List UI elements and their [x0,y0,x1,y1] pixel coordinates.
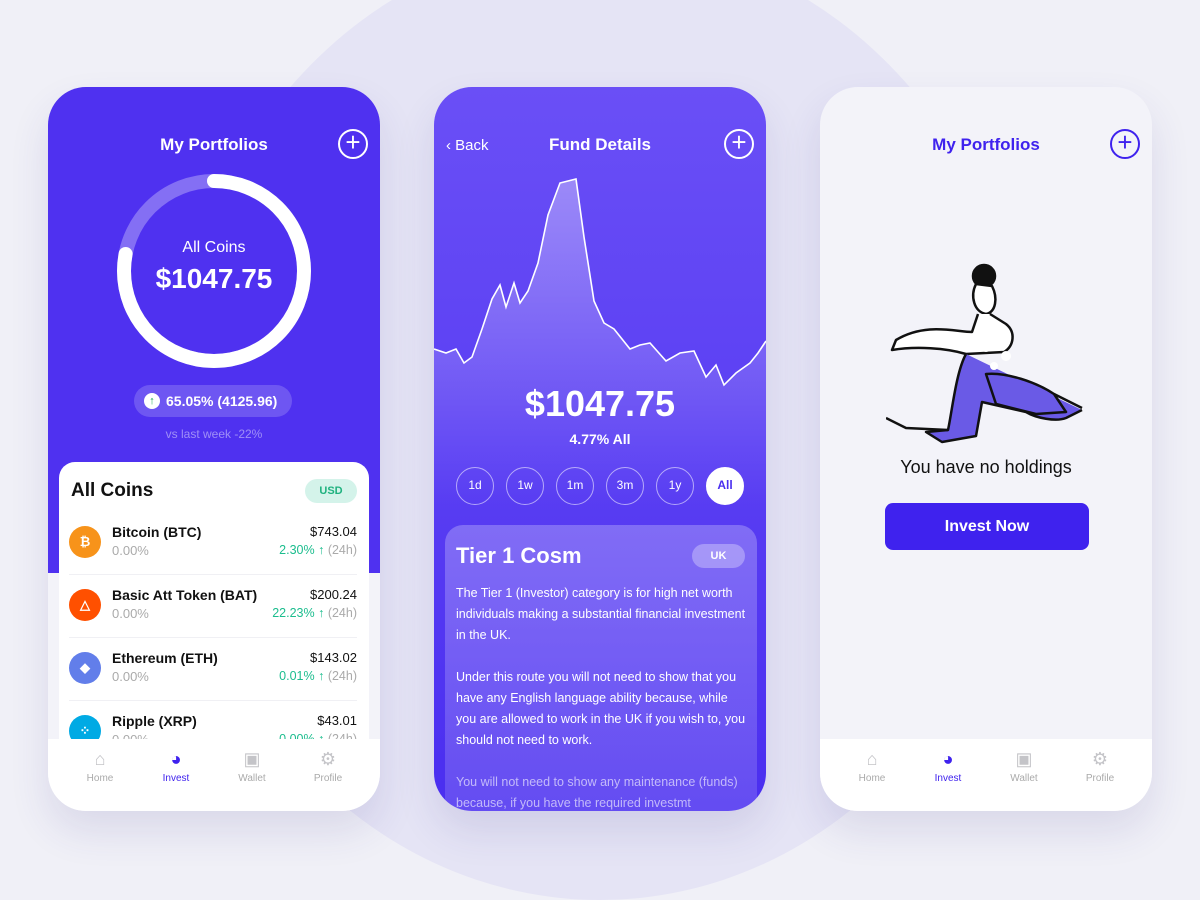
nav-wallet[interactable]: ▣ Wallet [994,739,1054,811]
nav-invest[interactable]: ◕ Invest [918,739,978,811]
bottom-nav: ⌂ Home ◕ Invest ▣ Wallet ⚙ Profile [48,739,380,811]
fund-total: $1047.75 [524,383,676,424]
home-icon: ⌂ [866,749,878,769]
range-1w[interactable]: 1w [506,467,544,505]
fund-details-screen: ‹ Back Fund Details + $1047.75 4.77% All… [434,87,766,811]
coin-name: Bitcoin (BTC) [112,524,202,540]
coin-value: $743.04 [310,524,357,539]
nav-profile[interactable]: ⚙ Profile [298,739,358,811]
coin-period: (24h) [327,606,357,620]
coin-name: Ripple (XRP) [112,713,197,729]
change-pill: ↑ 65.05% (4125.96) [134,385,292,417]
paragraph: The Tier 1 (Investor) category is for hi… [456,586,746,642]
add-portfolio-button[interactable]: + [338,129,368,159]
nav-home[interactable]: ⌂ Home [842,739,902,811]
currency-badge[interactable]: USD [305,479,357,503]
nav-label: Wallet [238,773,266,784]
coins-card: All Coins USD ₿ Bitcoin (BTC) 0.00% $743… [59,462,369,764]
nav-invest[interactable]: ◕ Invest [146,739,206,811]
page-title: My Portfolios [932,135,1040,154]
empty-message: You have no holdings [900,457,1072,477]
nav-label: Home [86,773,114,784]
region-badge: UK [692,544,745,568]
range-3m[interactable]: 3m [606,467,644,505]
coin-value: $143.02 [310,650,357,665]
coin-change-value: 2.30% ↑ [279,543,325,557]
fund-change: 4.77% All [569,431,631,447]
coin-share: 0.00% [112,606,149,621]
nav-label: Home [858,773,886,784]
coins-title: All Coins [71,480,154,501]
chart-area [434,179,766,507]
range-selector: 1d 1w 1m 3m 1y All [456,467,744,505]
coin-row[interactable]: ₿ Bitcoin (BTC) 0.00% $743.04 2.30% ↑ (2… [69,512,357,575]
range-1d[interactable]: 1d [456,467,494,505]
range-all[interactable]: All [706,467,744,505]
nav-label: Profile [1085,773,1115,784]
fund-info-card: Tier 1 Cosm UK The Tier 1 (Investor) cat… [445,525,757,811]
bottom-nav: ⌂ Home ◕ Invest ▣ Wallet ⚙ Profile [820,739,1152,811]
coin-value: $200.24 [310,587,357,602]
gear-icon: ⚙ [1091,749,1109,769]
paragraph: You will not need to show any maintenanc… [456,775,738,810]
coin-change: 22.23% ↑ (24h) [272,606,357,620]
portfolio-total: $1047.75 [155,263,273,294]
empty-portfolio-screen: My Portfolios + You have no holdings Inv… [820,87,1152,811]
donut-label: All Coins [182,239,246,256]
nav-label: Wallet [1010,773,1038,784]
arrow-up-icon: ↑ [144,393,160,409]
range-1y[interactable]: 1y [656,467,694,505]
coin-change: 2.30% ↑ (24h) [279,543,357,557]
nav-home[interactable]: ⌂ Home [70,739,130,811]
coin-change-value: 22.23% ↑ [272,606,325,620]
ethereum-icon: ◆ [69,652,101,684]
change-value: 65.05% (4125.96) [166,393,278,409]
nav-profile[interactable]: ⚙ Profile [1070,739,1130,811]
coin-name: Ethereum (ETH) [112,650,218,666]
coin-name: Basic Att Token (BAT) [112,587,258,603]
bat-icon: △ [69,589,101,621]
page-title: My Portfolios [160,135,268,154]
range-1m[interactable]: 1m [556,467,594,505]
person-illustration [886,263,1083,444]
coin-period: (24h) [327,669,357,683]
bitcoin-icon: ₿ [69,526,101,558]
gear-icon: ⚙ [319,749,337,769]
coin-row[interactable]: ◆ Ethereum (ETH) 0.00% $143.02 0.01% ↑ (… [69,638,357,701]
vs-last-week: vs last week -22% [165,427,263,441]
portfolio-donut: All Coins $1047.75 [114,171,314,376]
coin-row[interactable]: △ Basic Att Token (BAT) 0.00% $200.24 22… [69,575,357,638]
nav-wallet[interactable]: ▣ Wallet [222,739,282,811]
coin-change-value: 0.01% ↑ [279,669,325,683]
wallet-icon: ▣ [1015,749,1033,769]
coin-change: 0.01% ↑ (24h) [279,669,357,683]
pie-chart-icon: ◕ [942,749,954,769]
coin-period: (24h) [327,543,357,557]
nav-label: Invest [934,773,962,784]
coin-value: $43.01 [317,713,357,728]
invest-now-button[interactable]: Invest Now [885,503,1089,550]
paragraph: Under this route you will not need to sh… [456,670,746,747]
pie-chart-icon: ◕ [170,749,182,769]
home-icon: ⌂ [94,749,106,769]
coin-share: 0.00% [112,669,149,684]
nav-label: Invest [162,773,190,784]
coin-share: 0.00% [112,543,149,558]
wallet-icon: ▣ [243,749,261,769]
add-portfolio-button[interactable]: + [1110,129,1140,159]
portfolio-screen: My Portfolios + All Coins $1047.75 ↑ 65.0… [48,87,380,811]
nav-label: Profile [313,773,343,784]
